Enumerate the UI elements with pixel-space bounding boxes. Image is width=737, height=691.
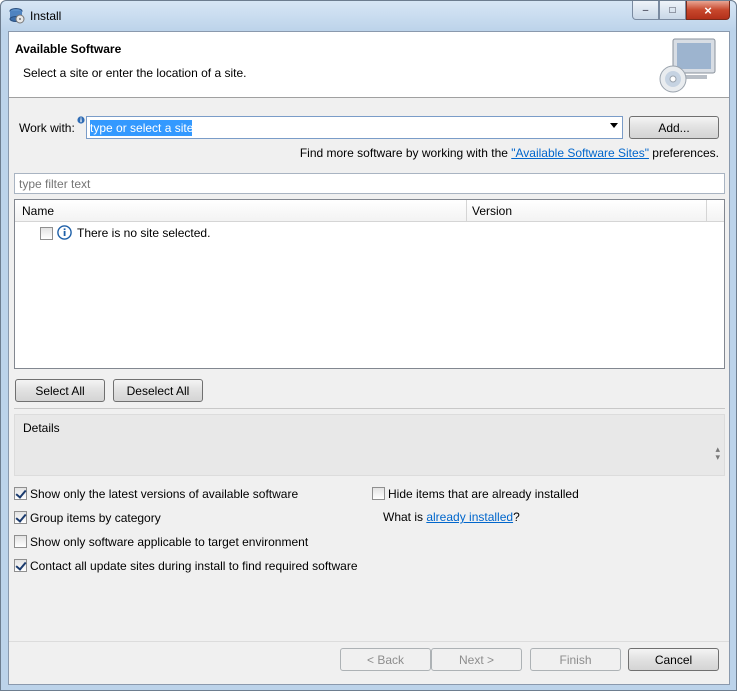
computer-cd-icon	[659, 38, 716, 93]
footer-separator	[9, 641, 729, 642]
hide-installed-checkbox[interactable]	[372, 487, 385, 500]
row-checkbox[interactable]	[40, 227, 53, 240]
finish-button[interactable]: Finish	[530, 648, 621, 671]
find-more-text: Find more software by working with the "…	[299, 146, 719, 160]
contact-all-sites-checkbox[interactable]	[14, 559, 27, 572]
maximize-button[interactable]: □	[659, 1, 686, 20]
dialog-client-area: Available Software Select a site or ente…	[8, 31, 730, 685]
window-title: Install	[30, 9, 62, 23]
wizard-header: Available Software Select a site or ente…	[9, 32, 729, 98]
applicable-only-checkbox[interactable]	[14, 535, 27, 548]
work-with-label: Work with:	[19, 121, 75, 135]
group-by-category-checkbox[interactable]	[14, 511, 27, 524]
column-header-version[interactable]: Version	[472, 204, 512, 218]
latest-versions-checkbox[interactable]	[14, 487, 27, 500]
close-button[interactable]: ×	[686, 1, 730, 20]
title-bar[interactable]: Install – □ ×	[1, 1, 736, 31]
table-header: Name Version	[15, 200, 724, 222]
install-window: Install – □ × Available Software Select …	[0, 0, 737, 691]
software-table[interactable]: Name Version There is no site selected.	[14, 199, 725, 369]
filter-field[interactable]	[14, 173, 725, 194]
work-with-input[interactable]	[90, 120, 590, 136]
add-site-button[interactable]: Add...	[629, 116, 719, 139]
details-panel: Details ▴ ▾	[14, 414, 725, 476]
row-text: There is no site selected.	[77, 226, 211, 240]
info-decoration-icon	[77, 116, 85, 124]
filter-input[interactable]	[19, 176, 709, 191]
deselect-all-button[interactable]: Deselect All	[113, 379, 203, 402]
chevron-down-icon[interactable]	[610, 123, 618, 128]
info-icon	[57, 225, 72, 240]
select-all-button[interactable]: Select All	[15, 379, 105, 402]
install-app-icon	[9, 8, 25, 24]
cancel-button[interactable]: Cancel	[628, 648, 719, 671]
next-button[interactable]: Next >	[431, 648, 522, 671]
already-installed-link[interactable]: already installed	[426, 510, 513, 524]
table-row[interactable]: There is no site selected.	[15, 224, 724, 242]
available-software-sites-link[interactable]: "Available Software Sites"	[511, 146, 649, 160]
column-header-name[interactable]: Name	[22, 204, 54, 218]
minimize-button[interactable]: –	[632, 1, 659, 20]
back-button[interactable]: < Back	[340, 648, 431, 671]
work-with-combo[interactable]	[86, 116, 623, 139]
details-separator	[14, 408, 725, 409]
page-title: Available Software	[15, 42, 122, 56]
details-label: Details	[23, 421, 60, 435]
what-is-installed-text: What is already installed?	[383, 510, 520, 524]
page-subtitle: Select a site or enter the location of a…	[23, 66, 247, 80]
details-scroll-arrows-icon[interactable]: ▴ ▾	[715, 445, 720, 462]
